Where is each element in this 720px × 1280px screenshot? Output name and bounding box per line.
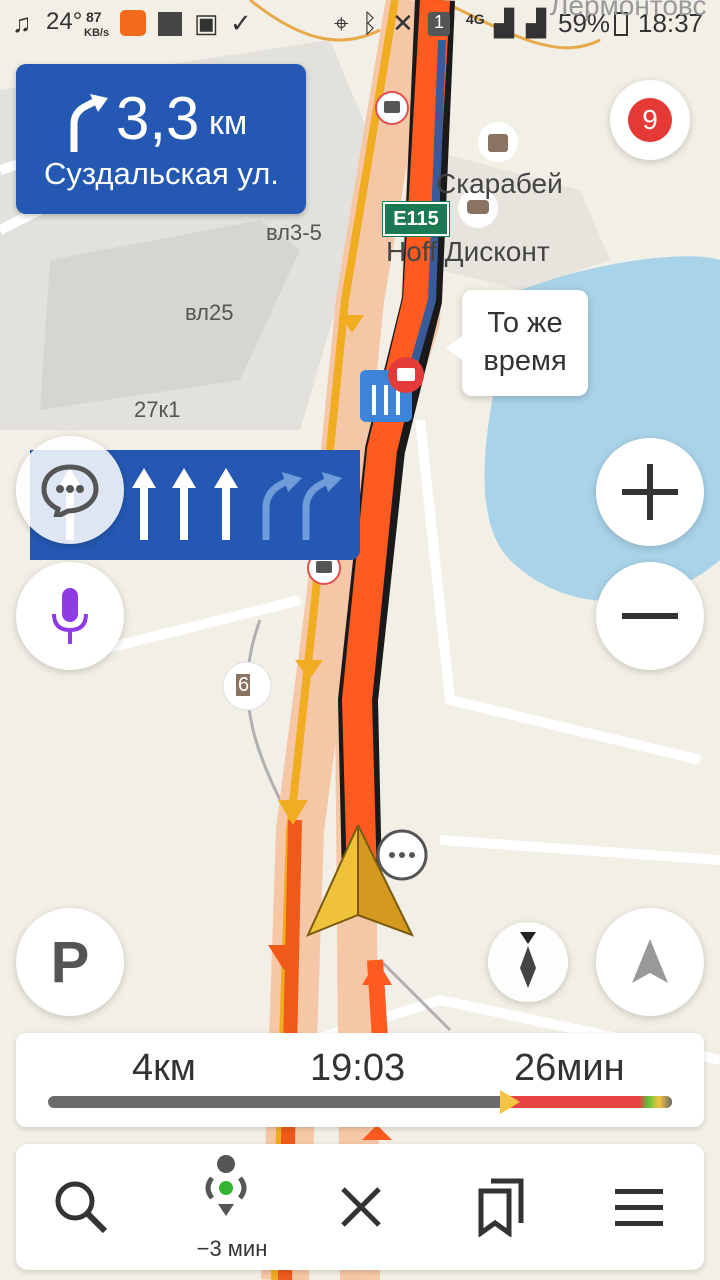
lane-straight-arrow (172, 468, 196, 540)
route-progress-bar (48, 1090, 672, 1114)
location-icon: ⌖ (334, 8, 349, 38)
lane-straight-arrow (132, 468, 156, 540)
menu-button[interactable] (574, 1144, 704, 1270)
zoom-in-button[interactable] (596, 438, 704, 546)
progress-marker-icon (500, 1090, 520, 1114)
reset-route-button[interactable] (296, 1144, 426, 1270)
bluetooth-icon: ᛒ (362, 8, 378, 38)
road-events-button[interactable] (16, 436, 124, 544)
maneuver-distance-unit: км (209, 104, 248, 142)
checkmark-app-icon: ✓ (230, 8, 252, 38)
bubble-line-2: время (483, 345, 567, 377)
chat-bubble-icon (41, 464, 99, 517)
temperature: 24° (46, 8, 83, 35)
route-summary-panel[interactable]: 4км 19:03 26мин (16, 1033, 704, 1127)
eta-delta: −3 мин (196, 1236, 268, 1261)
house-label: вл3-5 (266, 220, 322, 245)
route-time-bubble[interactable]: То же время (446, 290, 588, 396)
search-button[interactable] (16, 1144, 146, 1270)
menu-icon (615, 1189, 663, 1226)
remaining-duration: 26мин (514, 1047, 625, 1089)
signal-icon: ▟ (494, 8, 514, 38)
poi-label-hoff[interactable]: Hoff Дисконт (386, 236, 550, 268)
maneuver-street: Суздальская ул. (44, 156, 279, 191)
road-number-sign: E115 (382, 201, 450, 237)
media-icon: ▣ (194, 8, 219, 38)
lane-right-arrow (302, 478, 328, 540)
traffic-segment (510, 1096, 672, 1108)
music-icon: ♫ (12, 8, 32, 38)
remaining-distance: 4км (132, 1047, 196, 1089)
poi-label-scarab[interactable]: Скарабей (436, 168, 563, 200)
net-unit: KB/s (84, 27, 110, 39)
parking-icon: P (50, 929, 90, 995)
follow-location-button[interactable] (596, 908, 704, 1016)
navigation-arrow-icon (632, 939, 668, 983)
net-speed: 87 (86, 9, 102, 25)
traffic-level-badge: 9 (628, 98, 672, 142)
search-icon (55, 1181, 108, 1234)
house-label: 27к1 (134, 397, 181, 422)
close-icon (341, 1187, 381, 1227)
lane-straight-arrow (214, 468, 238, 540)
bottom-toolbar: −3 мин (16, 1144, 704, 1270)
minus-icon (622, 613, 678, 619)
bookmarks-icon (478, 1178, 524, 1237)
parking-button[interactable]: P (16, 908, 124, 1016)
signal-2-icon: ▟ (526, 8, 546, 38)
bookmarks-button[interactable] (436, 1144, 566, 1270)
voice-assistant-button[interactable] (16, 562, 124, 670)
fuel-station-number: 6 (238, 674, 250, 696)
maneuver-card[interactable]: 3,3 км Суздальская ул. (16, 64, 306, 214)
route-options-icon (205, 1155, 247, 1216)
arrival-time: 19:03 (310, 1047, 406, 1089)
compass-icon (520, 932, 536, 988)
app-notification-icon (120, 10, 146, 36)
turn-right-arrow-icon (70, 94, 108, 152)
lane-right-arrow (262, 478, 288, 540)
network-type: 4G (466, 11, 485, 27)
flipboard-icon (158, 12, 182, 36)
microphone-icon (52, 588, 88, 644)
street-label: Лермонтовс (550, 0, 707, 21)
mute-icon: ✕ (392, 8, 414, 38)
sim-badge: 1 (428, 12, 450, 36)
plus-icon (622, 464, 678, 520)
house-label: вл25 (185, 300, 234, 325)
bubble-line-1: То же (487, 307, 563, 339)
maneuver-distance: 3,3 (116, 85, 200, 152)
compass-button[interactable] (488, 922, 568, 1002)
zoom-out-button[interactable] (596, 562, 704, 670)
traffic-button[interactable]: 9 (610, 80, 690, 160)
